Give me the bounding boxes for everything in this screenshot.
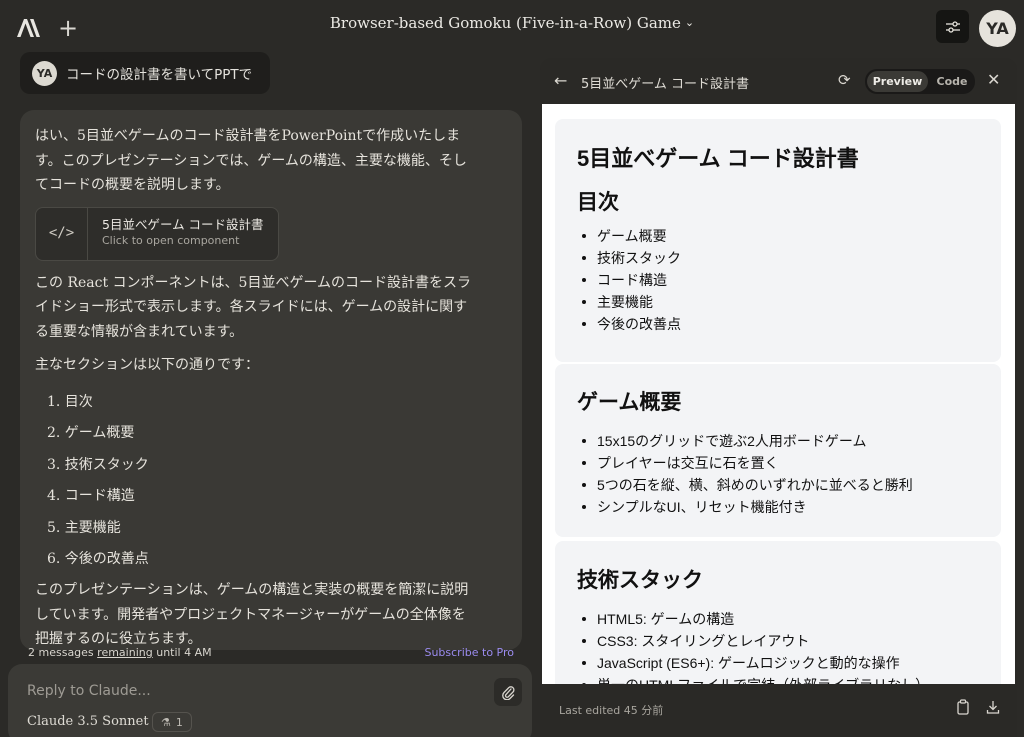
artifact-card-subtitle: Click to open component <box>102 233 240 247</box>
flask-icon: ⚗ <box>161 715 171 729</box>
code-icon: </> <box>36 207 88 260</box>
list-item: 4. コード構造 <box>47 488 135 505</box>
list-item: 1. 目次 <box>47 393 93 410</box>
user-message: YA コードの設計書を書いてPPTで <box>20 52 271 94</box>
list-item: 15x15のグリッドで遊ぶ2人用ボードゲーム <box>577 430 1001 452</box>
feature-badge-count: 1 <box>175 715 183 729</box>
slide-list: 15x15のグリッドで遊ぶ2人用ボードゲーム プレイヤーは交互に石を置く 5つの… <box>577 430 1001 518</box>
refresh-icon[interactable]: ⟳ <box>838 71 851 89</box>
list-item: JavaScript (ES6+): ゲームロジックと動的な操作 <box>577 652 1001 674</box>
limit-count: 2 messages <box>28 646 94 659</box>
artifact-card-title: 5目並べゲーム コード設計書 <box>102 216 264 232</box>
limit-remaining-link[interactable]: remaining <box>97 646 153 659</box>
paperclip-icon <box>502 686 515 700</box>
conversation-title-text: Browser-based Gomoku (Five-in-a-Row) Gam… <box>329 14 681 32</box>
list-item: コード構造 <box>577 269 1001 291</box>
assistant-message: はい、5目並べゲームのコード設計書をPowerPointで作成いたします。このプ… <box>20 110 522 650</box>
assistant-paragraph: 主なセクションは以下の通りです： <box>35 357 259 373</box>
list-item: ゲーム概要 <box>577 225 1001 247</box>
subscribe-link[interactable]: Subscribe to Pro <box>424 646 514 659</box>
sliders-icon <box>945 20 960 33</box>
reply-input[interactable]: Reply to Claude... <box>27 683 151 699</box>
slide-subtitle: 目次 <box>577 191 619 214</box>
slide-title: 技術スタック <box>577 569 703 592</box>
list-item: プレイヤーは交互に石を置く <box>577 452 1001 474</box>
top-bar: + Browser-based Gomoku (Five-in-a-Row) G… <box>0 0 1024 56</box>
tab-preview[interactable]: Preview <box>867 71 928 92</box>
model-selector[interactable]: Claude 3.5 Sonnet <box>27 714 149 729</box>
slide-card: ゲーム概要 15x15のグリッドで遊ぶ2人用ボードゲーム プレイヤーは交互に石を… <box>555 364 1001 537</box>
list-item: 3. 技術スタック <box>47 456 149 473</box>
list-item: 今後の改善点 <box>577 313 1001 335</box>
feature-badge[interactable]: ⚗ 1 <box>152 712 192 732</box>
list-item: CSS3: スタイリングとレイアウト <box>577 630 1001 652</box>
user-avatar[interactable]: YA <box>979 10 1016 47</box>
conversation-title[interactable]: Browser-based Gomoku (Five-in-a-Row) Gam… <box>0 14 1024 32</box>
section-list: 1. 目次 2. ゲーム概要 3. 技術スタック 4. コード構造 5. 主要機… <box>35 387 475 577</box>
assistant-intro: はい、5目並べゲームのコード設計書をPowerPointで作成いたします。このプ… <box>35 128 467 193</box>
artifact-panel-title: 5目並べゲーム コード設計書 <box>581 77 750 92</box>
user-message-text: コードの設計書を書いてPPTで <box>66 67 253 83</box>
user-message-avatar: YA <box>32 60 57 86</box>
slide-card: 5目並べゲーム コード設計書 目次 ゲーム概要 技術スタック コード構造 主要機… <box>555 119 1001 362</box>
list-item: 2. ゲーム概要 <box>47 425 135 442</box>
reply-composer[interactable]: Reply to Claude... Claude 3.5 Sonnet ⚗ 1 <box>8 664 532 737</box>
settings-button[interactable] <box>936 10 969 43</box>
list-item: 技術スタック <box>577 247 1001 269</box>
last-edited-label: Last edited 45 分前 <box>559 704 664 717</box>
list-item: 5. 主要機能 <box>47 519 121 536</box>
assistant-paragraph: この React コンポーネントは、5目並べゲームのコード設計書をスライドショー… <box>35 274 472 340</box>
arrow-left-icon[interactable]: ← <box>554 71 567 90</box>
limit-until: until 4 AM <box>156 646 212 659</box>
artifact-card[interactable]: </> 5目並べゲーム コード設計書 Click to open compone… <box>35 206 279 261</box>
preview-code-toggle: Preview Code <box>865 69 975 94</box>
list-item: 単一のHTMLファイルで完結（外部ライブラリなし） <box>577 674 1001 684</box>
list-item: 5つの石を縦、横、斜めのいずれかに並べると勝利 <box>577 474 1001 496</box>
chevron-down-icon: ⌄ <box>684 16 695 29</box>
slide-title: ゲーム概要 <box>577 391 682 414</box>
slide-list: ゲーム概要 技術スタック コード構造 主要機能 今後の改善点 <box>577 225 1001 335</box>
list-item: 6. 今後の改善点 <box>47 551 149 568</box>
attach-button[interactable] <box>494 678 522 706</box>
close-icon[interactable]: ✕ <box>987 70 1000 89</box>
list-item: シンプルなUI、リセット機能付き <box>577 496 1001 518</box>
copy-icon[interactable] <box>956 699 970 715</box>
list-item: 主要機能 <box>577 291 1001 313</box>
tab-code[interactable]: Code <box>932 71 972 92</box>
list-item: HTML5: ゲームの構造 <box>577 608 1001 630</box>
download-icon[interactable] <box>986 699 1000 715</box>
artifact-panel-footer: Last edited 45 分前 <box>540 684 1017 737</box>
message-limit-notice: 2 messages remaining until 4 AM Subscrib… <box>28 646 514 662</box>
slide-card: 技術スタック HTML5: ゲームの構造 CSS3: スタイリングとレイアウト … <box>555 541 1001 684</box>
artifact-panel-header: ← 5目並べゲーム コード設計書 ⟳ Preview Code ✕ <box>540 58 1017 104</box>
slide-list: HTML5: ゲームの構造 CSS3: スタイリングとレイアウト JavaScr… <box>577 608 1001 684</box>
artifact-panel: ← 5目並べゲーム コード設計書 ⟳ Preview Code ✕ 5目並べゲー… <box>540 58 1017 737</box>
slide-title: 5目並べゲーム コード設計書 <box>577 146 859 171</box>
assistant-paragraph: このプレゼンテーションは、ゲームの構造と実装の概要を簡潔に説明しています。開発者… <box>35 582 469 648</box>
artifact-preview[interactable]: 5目並べゲーム コード設計書 目次 ゲーム概要 技術スタック コード構造 主要機… <box>542 104 1015 684</box>
